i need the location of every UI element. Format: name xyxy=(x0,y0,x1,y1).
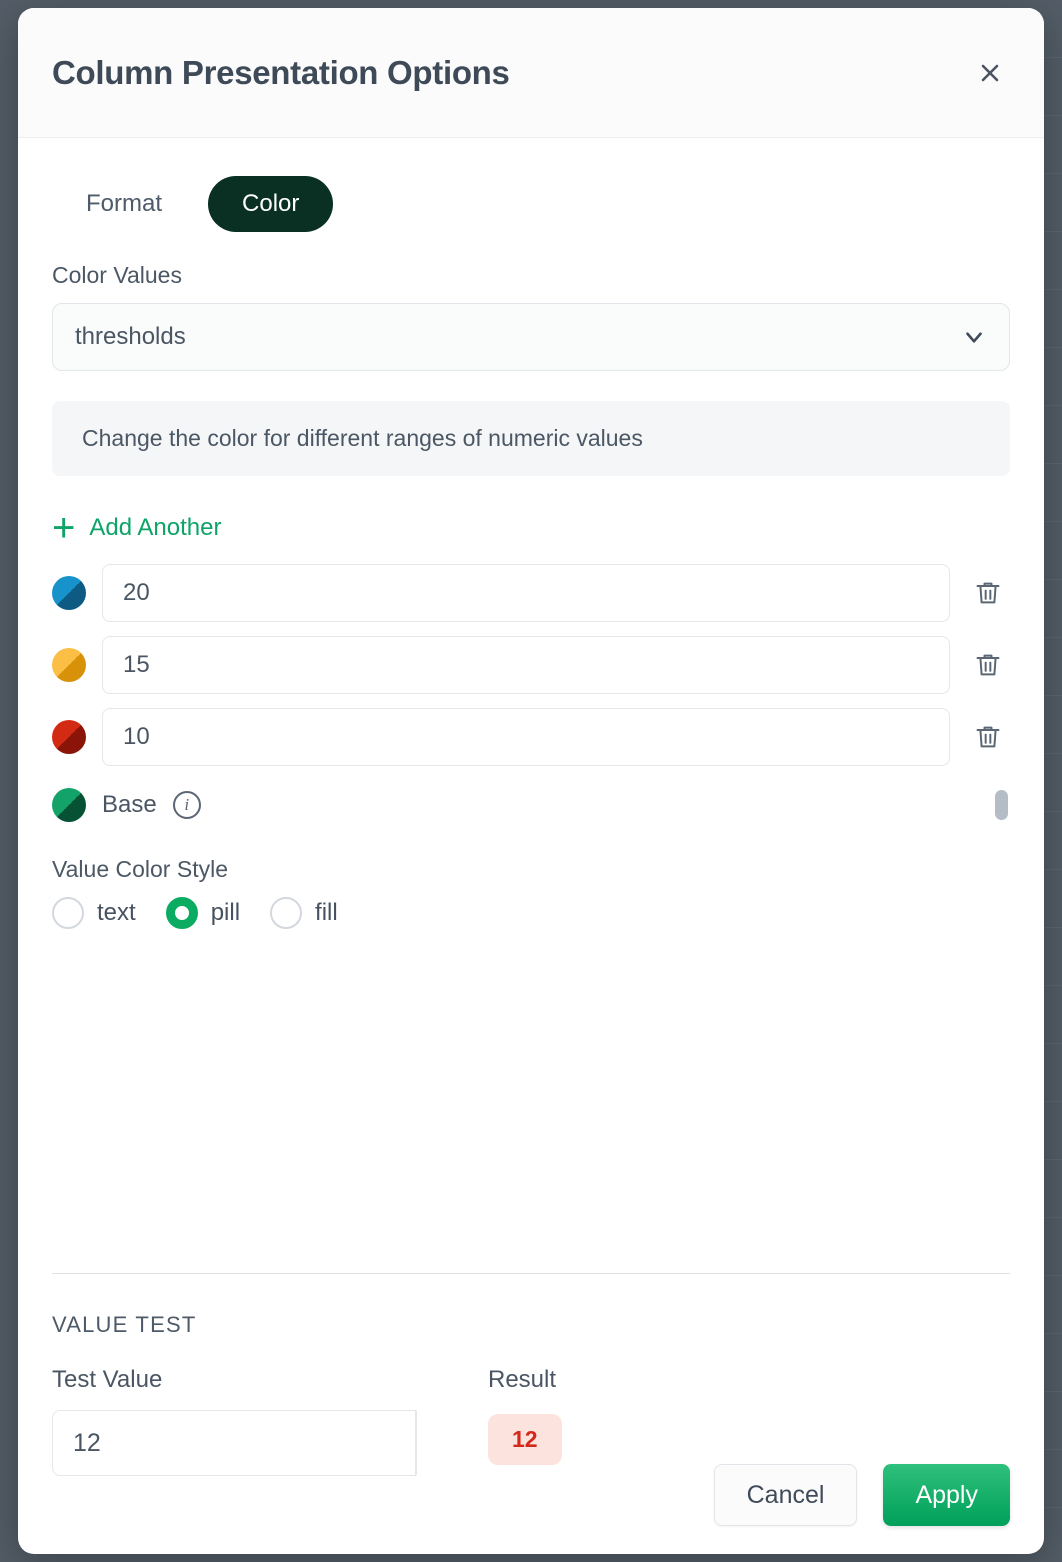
chevron-down-icon xyxy=(961,324,987,350)
threshold-row xyxy=(52,636,1010,694)
threshold-value-input[interactable] xyxy=(102,564,950,622)
test-value-stepper xyxy=(52,1410,352,1476)
value-color-style-group: text pill fill xyxy=(52,897,1010,929)
color-values-select-wrap: thresholds xyxy=(52,303,1010,371)
dialog-body: Format Color Color Values thresholds Cha… xyxy=(18,138,1044,1436)
threshold-color-swatch[interactable] xyxy=(52,720,86,754)
trash-icon[interactable] xyxy=(966,715,1010,759)
dialog-title: Column Presentation Options xyxy=(52,54,968,92)
tab-bar: Format Color xyxy=(52,176,1010,232)
radio-label: pill xyxy=(211,899,240,927)
result-label: Result xyxy=(488,1366,562,1394)
result-value-pill: 12 xyxy=(488,1414,562,1465)
color-values-hint: Change the color for different ranges of… xyxy=(52,401,1010,476)
section-divider xyxy=(52,1273,1010,1274)
info-icon[interactable]: i xyxy=(173,791,201,819)
threshold-list xyxy=(52,564,1010,766)
close-icon[interactable] xyxy=(968,51,1012,95)
base-row: Base i xyxy=(52,788,1010,822)
plus-icon: + xyxy=(52,514,75,542)
trash-icon[interactable] xyxy=(966,571,1010,615)
threshold-value-input[interactable] xyxy=(102,708,950,766)
threshold-row xyxy=(52,564,1010,622)
radio-circle[interactable] xyxy=(270,897,302,929)
value-test-columns: Test Value Result xyxy=(52,1366,1010,1476)
add-another-button[interactable]: + Add Another xyxy=(52,514,221,542)
result-column: Result 12 xyxy=(488,1366,562,1476)
color-values-select[interactable]: thresholds xyxy=(52,303,1010,371)
base-label: Base xyxy=(102,791,157,819)
test-value-column: Test Value xyxy=(52,1366,352,1476)
radio-label: fill xyxy=(315,899,338,927)
threshold-value-input[interactable] xyxy=(102,636,950,694)
add-another-label: Add Another xyxy=(89,514,221,542)
test-value-input[interactable] xyxy=(52,1410,415,1476)
base-color-swatch[interactable] xyxy=(52,788,86,822)
tab-color[interactable]: Color xyxy=(208,176,333,232)
color-values-selected: thresholds xyxy=(75,323,961,351)
value-color-style-label: Value Color Style xyxy=(52,856,1010,883)
radio-option-text[interactable]: text xyxy=(52,897,136,929)
dialog-header: Column Presentation Options xyxy=(18,8,1044,138)
tab-format[interactable]: Format xyxy=(52,176,196,232)
radio-label: text xyxy=(97,899,136,927)
radio-option-fill[interactable]: fill xyxy=(270,897,338,929)
threshold-row xyxy=(52,708,1010,766)
value-test-section: VALUE TEST Test Value xyxy=(52,1273,1010,1476)
radio-circle[interactable] xyxy=(52,897,84,929)
column-presentation-options-dialog: Column Presentation Options Format Color… xyxy=(18,8,1044,1554)
test-value-label: Test Value xyxy=(52,1366,352,1394)
radio-option-pill[interactable]: pill xyxy=(166,897,240,929)
threshold-color-swatch[interactable] xyxy=(52,648,86,682)
color-values-label: Color Values xyxy=(52,262,1010,289)
radio-circle[interactable] xyxy=(166,897,198,929)
threshold-color-swatch[interactable] xyxy=(52,576,86,610)
trash-icon[interactable] xyxy=(966,643,1010,687)
stepper-buttons xyxy=(415,1410,417,1476)
value-test-title: VALUE TEST xyxy=(52,1312,1010,1338)
scrollbar-thumb[interactable] xyxy=(995,790,1008,820)
